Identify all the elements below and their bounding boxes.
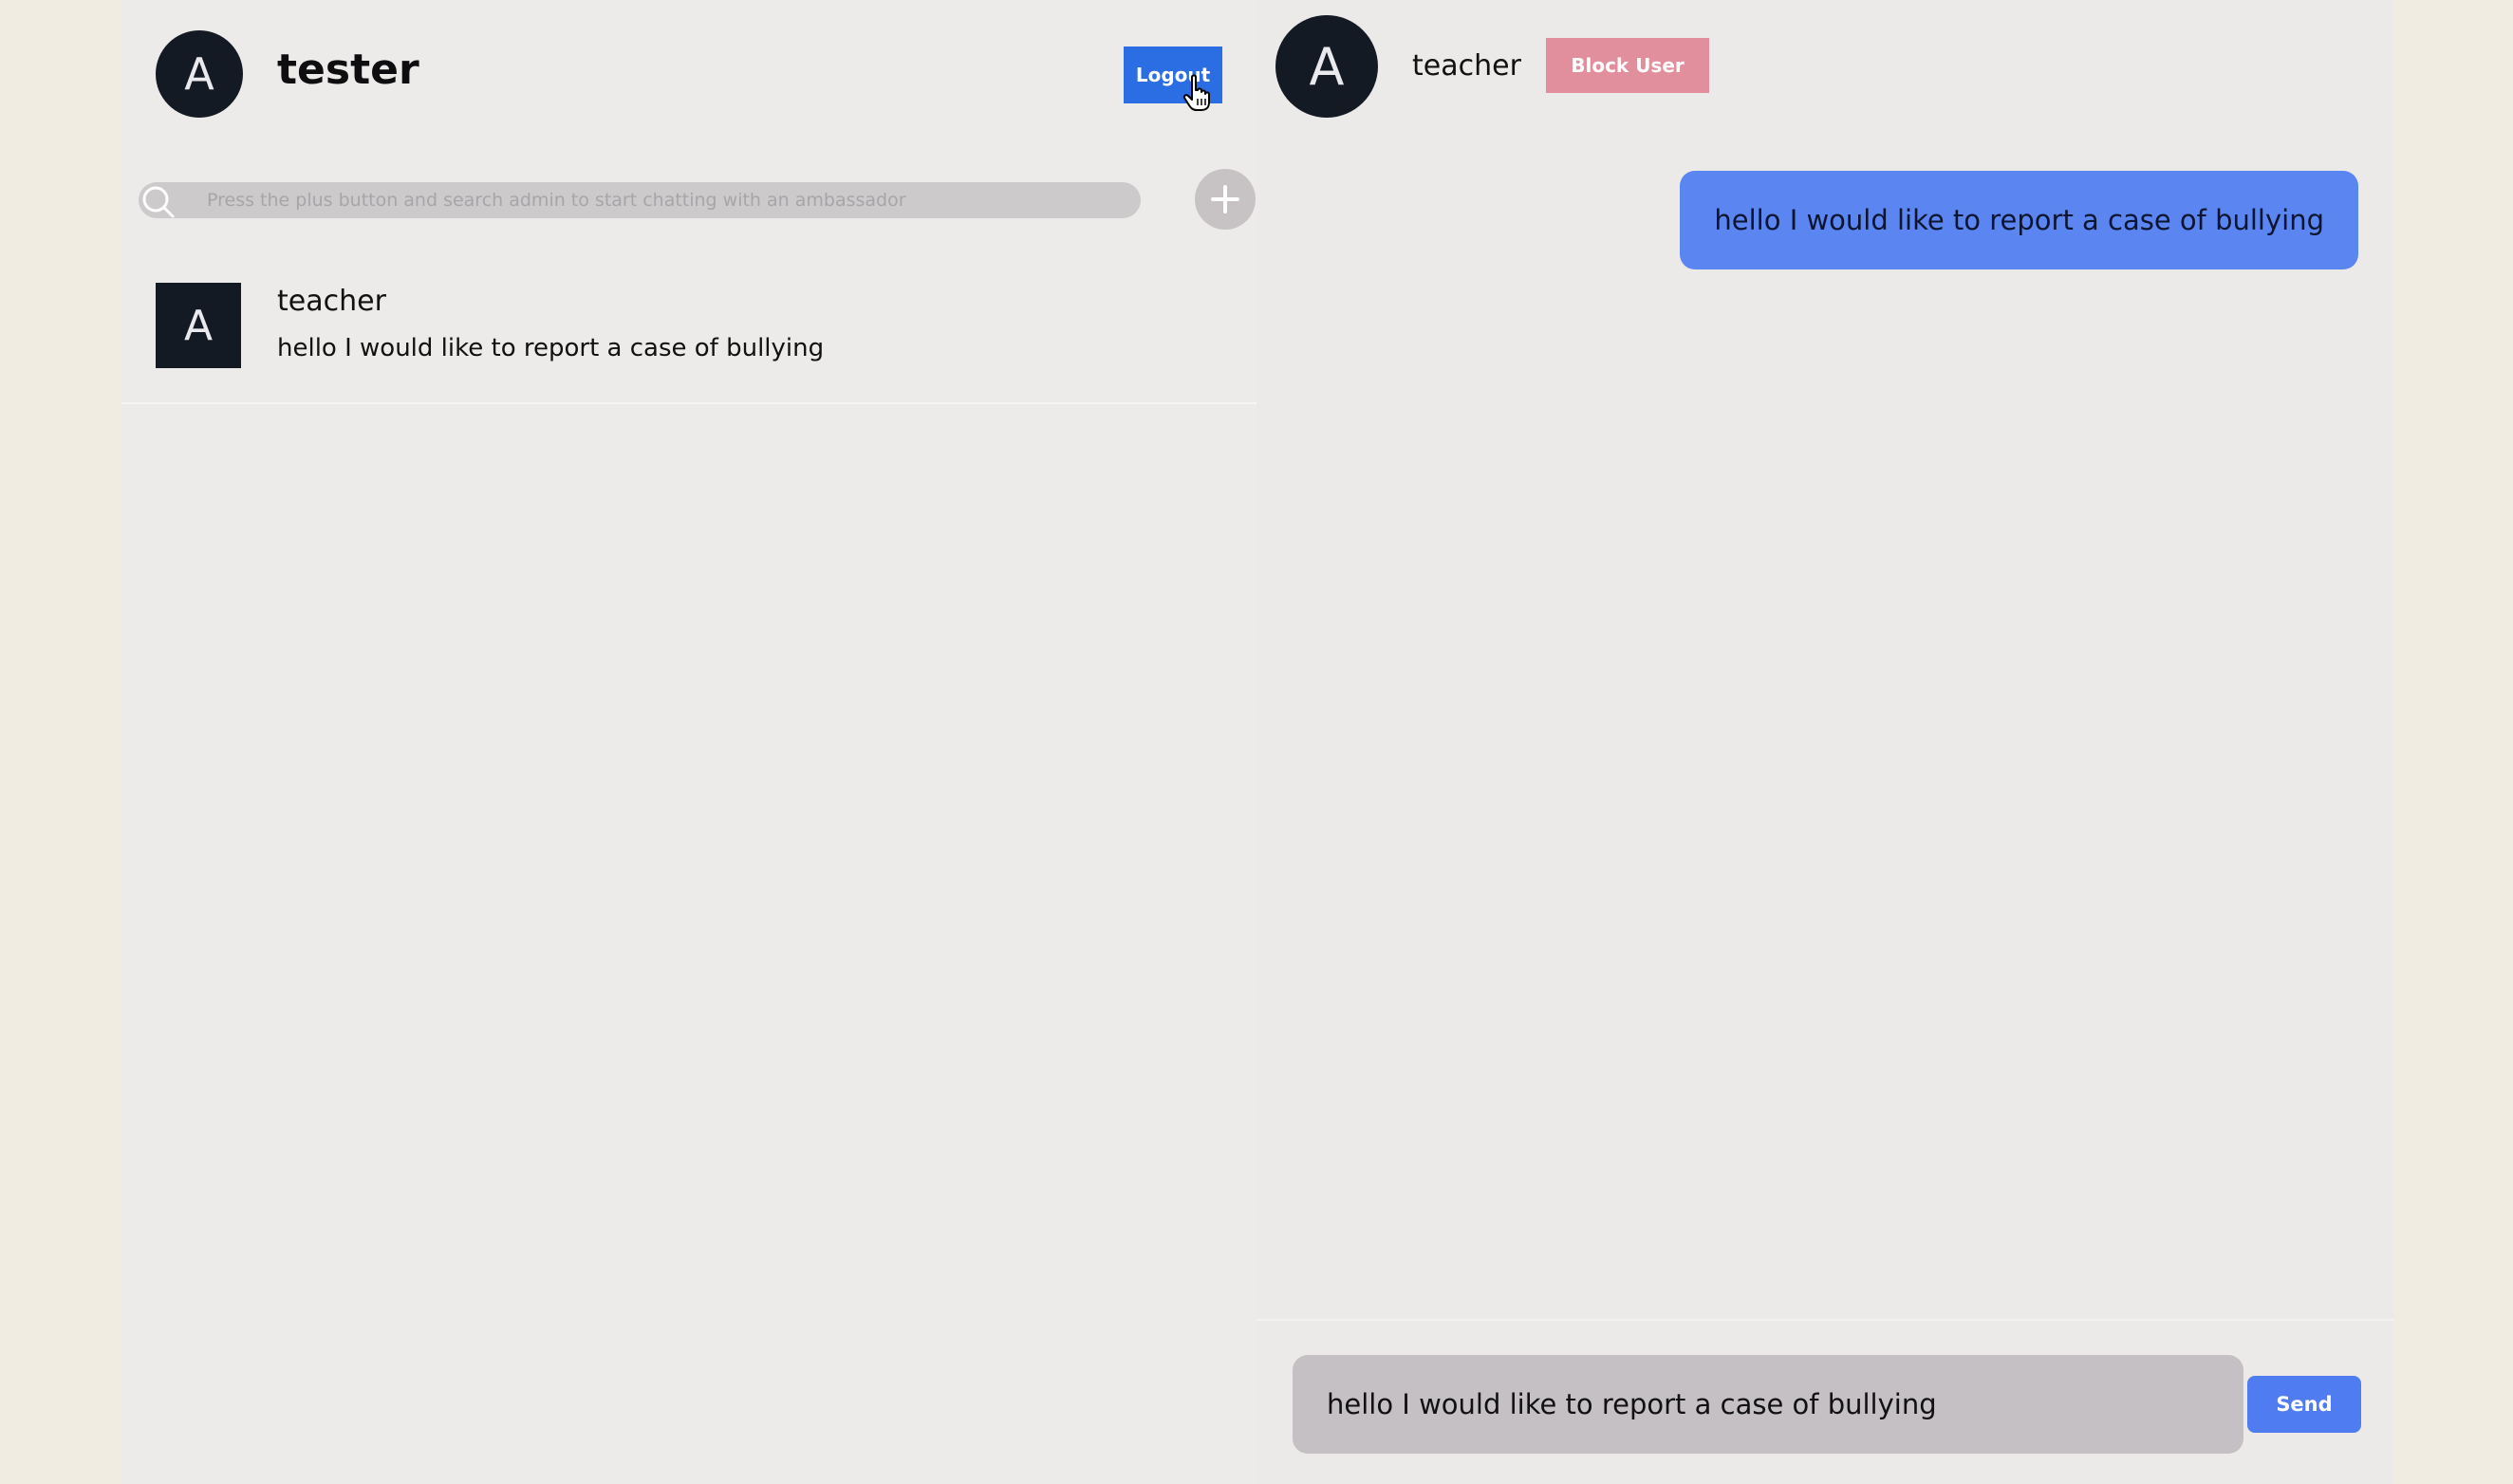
conversation-preview: hello I would like to report a case of b… [277, 334, 825, 362]
peer-avatar: A [1275, 15, 1378, 118]
conversation-sidebar: A tester Logout Press the plus button an… [121, 0, 1256, 1484]
current-user-avatar-letter: A [184, 48, 214, 100]
message-input[interactable] [1293, 1355, 2243, 1454]
message-composer: Send [1256, 1319, 2394, 1484]
peer-name: teacher [1412, 49, 1521, 83]
conversation-item[interactable]: A teacher hello I would like to report a… [121, 266, 1256, 404]
current-user-avatar: A [156, 30, 243, 118]
send-button[interactable]: Send [2247, 1376, 2361, 1433]
conversation-avatar: A [156, 283, 241, 368]
message-bubble-sent: hello I would like to report a case of b… [1680, 171, 2358, 269]
user-header: A tester Logout [121, 0, 1256, 152]
current-user-name: tester [277, 46, 419, 94]
hand-pointer-cursor-icon [1182, 74, 1210, 111]
block-user-button[interactable]: Block User [1546, 38, 1709, 93]
peer-avatar-letter: A [1309, 36, 1345, 97]
chat-app: A tester Logout Press the plus button an… [121, 0, 2394, 1484]
chat-header: A teacher Block User [1256, 0, 2394, 133]
search-icon [142, 186, 175, 218]
add-conversation-button[interactable] [1195, 169, 1256, 230]
search-row [139, 167, 1256, 233]
conversation-avatar-letter: A [183, 301, 214, 350]
message-list[interactable]: hello I would like to report a case of b… [1256, 133, 2394, 1319]
search-input[interactable] [139, 182, 1141, 218]
plus-icon [1211, 185, 1239, 213]
chat-panel: A teacher Block User hello I would like … [1256, 0, 2394, 1484]
conversation-name: teacher [277, 285, 386, 318]
